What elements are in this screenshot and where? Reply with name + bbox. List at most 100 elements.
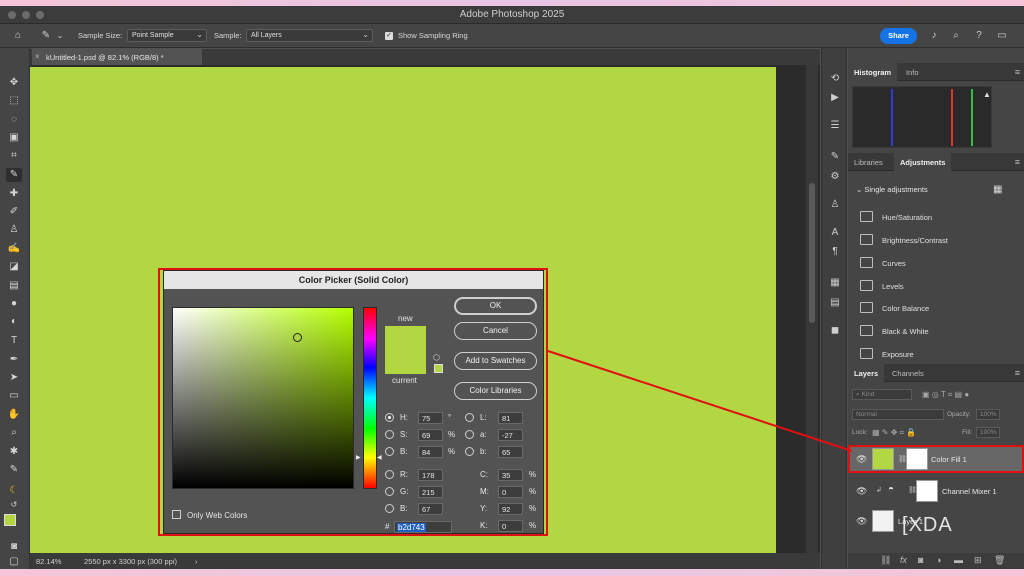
new-layer-icon[interactable]: ⊞ (974, 555, 982, 566)
adjustment-exposure[interactable]: Exposure (860, 348, 914, 362)
only-web-colors-checkbox[interactable]: Only Web Colors (172, 510, 247, 520)
blur-tool-icon[interactable]: ● (6, 297, 22, 311)
lab-b-field[interactable]: 65 (498, 446, 523, 458)
color-picker-ring[interactable] (293, 333, 302, 342)
web-safe-swatch[interactable] (434, 364, 443, 373)
paragraph-icon[interactable]: ¶ (828, 245, 842, 258)
color-libraries-button[interactable]: Color Libraries (454, 382, 537, 400)
trash-icon[interactable]: 🗑 (994, 555, 1005, 566)
chevron-right-icon[interactable]: › (195, 557, 198, 566)
stamp-tool-icon[interactable]: ♙ (6, 223, 22, 237)
workspace-icon[interactable]: ▭ (996, 30, 1008, 42)
tab-info[interactable]: Info (900, 63, 925, 81)
quick-mask-icon[interactable]: ◙ (6, 540, 22, 554)
history-brush-icon[interactable]: ✍ (6, 242, 22, 256)
layer-color-fill-1[interactable]: 👁 ⛓ Color Fill 1 (848, 445, 1024, 473)
rectangle-tool-icon[interactable]: ▭ (6, 389, 22, 403)
scrollbar-thumb[interactable] (809, 183, 815, 323)
lab-l-radio[interactable] (465, 413, 474, 422)
blue-field[interactable]: 67 (418, 503, 443, 515)
warning-icon[interactable]: ▲ (983, 90, 991, 99)
blue-row[interactable]: B: 67 (385, 503, 465, 515)
close-tab-icon[interactable]: × (35, 52, 40, 61)
hex-row[interactable]: # b2d743 (385, 521, 452, 533)
lab-l-field[interactable]: 81 (498, 412, 523, 424)
tab-histogram[interactable]: Histogram (848, 63, 898, 81)
green-row[interactable]: G: 215 (385, 486, 465, 498)
red-radio[interactable] (385, 470, 394, 479)
eraser-tool-icon[interactable]: ◪ (6, 260, 22, 274)
eyedropper-tool-icon[interactable]: ✎ (6, 168, 22, 182)
adjustment-layer-icon[interactable]: ◑ (936, 555, 941, 565)
layer-filter-icons[interactable]: ▣ ◎ T ⌗ ▤ ● (922, 390, 969, 400)
add-mask-icon[interactable]: ◙ (918, 555, 923, 565)
hue-slider[interactable] (363, 307, 377, 489)
move-tool-icon[interactable]: ✥ (6, 76, 22, 90)
checkbox-box[interactable] (172, 510, 181, 519)
adjustment-levels[interactable]: Levels (860, 280, 904, 294)
add-to-swatches-button[interactable]: Add to Swatches (454, 352, 537, 370)
lasso-tool-icon[interactable]: ◌ (6, 113, 22, 127)
lab-a-row[interactable]: a: -27 (465, 429, 545, 441)
brush-settings-icon[interactable]: ✎ (6, 463, 22, 477)
tool-preset-chevron-icon[interactable]: ⌄ (54, 30, 66, 42)
hue-slider-left-arrow[interactable]: ▶ (356, 454, 361, 461)
vertical-scrollbar[interactable] (806, 65, 818, 553)
out-of-gamut-cube-icon[interactable]: ⬡ (433, 353, 440, 362)
brightness-row[interactable]: B: 84 % (385, 446, 465, 458)
panel-menu-icon[interactable]: ≡ (1015, 368, 1020, 378)
magenta-row[interactable]: M: 0 % (470, 486, 546, 498)
saturation-radio[interactable] (385, 430, 394, 439)
cancel-button[interactable]: Cancel (454, 322, 537, 340)
magenta-field[interactable]: 0 (498, 486, 523, 498)
adjustment-color-balance[interactable]: Color Balance (860, 302, 929, 316)
gradient-tool-icon[interactable]: ▤ (6, 279, 22, 293)
help-icon[interactable]: ? (973, 30, 985, 42)
character-icon[interactable]: A (828, 226, 842, 239)
panel-menu-icon[interactable]: ≡ (1015, 67, 1020, 77)
screen-mode-icon[interactable]: ▢ (6, 555, 22, 569)
marquee-tool-icon[interactable]: ⬚ (6, 94, 22, 108)
visibility-eye-icon[interactable]: 👁 (856, 516, 867, 527)
lab-b-radio[interactable] (465, 447, 474, 456)
saturation-row[interactable]: S: 69 % (385, 429, 465, 441)
lock-icons[interactable]: ▦ ✎ ✥ ⌗ 🔒 (872, 428, 916, 438)
opacity-field[interactable]: 100% (976, 409, 1000, 420)
history-icon[interactable]: ⟲ (828, 72, 842, 85)
tab-libraries[interactable]: Libraries (848, 153, 889, 171)
red-field[interactable]: 178 (418, 469, 443, 481)
tab-layers[interactable]: Layers (848, 364, 885, 382)
layer-kind-filter[interactable]: ⌕ Kind (852, 389, 912, 400)
healing-brush-icon[interactable]: ✚ (6, 187, 22, 201)
hand-tool-icon[interactable]: ✋ (6, 408, 22, 422)
lab-a-radio[interactable] (465, 430, 474, 439)
cyan-row[interactable]: C: 35 % (470, 469, 546, 481)
ok-button[interactable]: OK (454, 297, 537, 315)
brush-settings-icon[interactable]: ⚙ (828, 170, 842, 183)
brush-tool-icon[interactable]: ✐ (6, 205, 22, 219)
hex-field[interactable]: b2d743 (394, 521, 452, 533)
glyphs-icon[interactable]: ▦ (828, 276, 842, 289)
brightness-field[interactable]: 84 (418, 446, 443, 458)
adjustment-hue-saturation[interactable]: Hue/Saturation (860, 211, 932, 225)
blue-radio[interactable] (385, 504, 394, 513)
home-icon[interactable]: ⌂ (12, 30, 24, 42)
blend-mode-select[interactable]: Normal (852, 409, 944, 420)
3d-icon[interactable]: ◼ (828, 324, 842, 337)
black-field[interactable]: 0 (498, 520, 523, 532)
foreground-color-swatch[interactable] (4, 514, 16, 526)
lab-a-field[interactable]: -27 (498, 429, 523, 441)
adjustment-curves[interactable]: Curves (860, 257, 906, 271)
layer-channel-mixer-1[interactable]: 👁 ↲ ◓ ⛓ Channel Mixer 1 (848, 477, 1024, 505)
show-ring-checkbox[interactable]: ✓ (385, 32, 393, 40)
adjustment-brightness-contrast[interactable]: Brightness/Contrast (860, 234, 948, 248)
hue-field[interactable]: 75 (418, 412, 443, 424)
single-adjustments-header[interactable]: ⌄ Single adjustments (856, 185, 928, 194)
zoom-level[interactable]: 82.14% (36, 557, 61, 566)
yellow-field[interactable]: 92 (498, 503, 523, 515)
visibility-eye-icon[interactable]: 👁 (856, 486, 867, 497)
sample-size-select[interactable]: Point Sample ⌄ (127, 29, 207, 42)
properties-icon[interactable]: ☰ (828, 119, 842, 132)
saturation-brightness-field[interactable] (172, 307, 354, 489)
yellow-row[interactable]: Y: 92 % (470, 503, 546, 515)
